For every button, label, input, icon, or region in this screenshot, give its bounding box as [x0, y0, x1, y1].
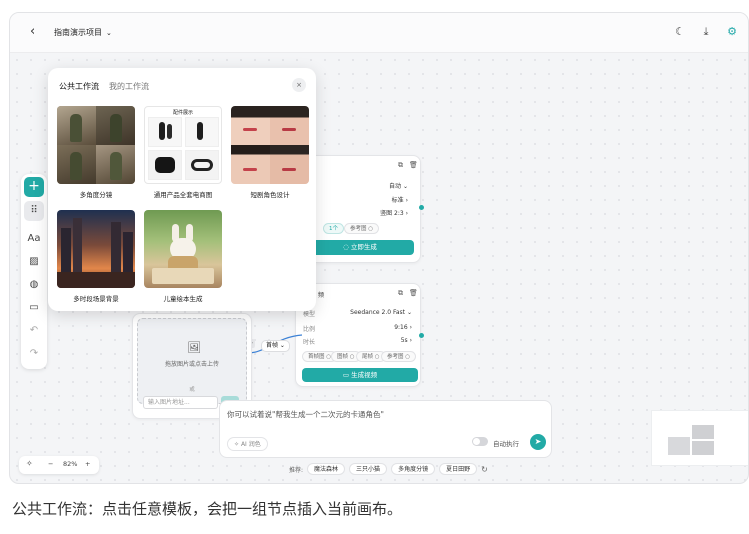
auto-execute-toggle[interactable]: [472, 437, 488, 446]
left-toolbar: + ⠿ Aa ▨ ◍ ▭ ↶ ↷: [21, 174, 47, 369]
template-label: 儿童绘本生成: [163, 295, 203, 303]
palette-icon[interactable]: ◍: [24, 275, 44, 295]
upload-hint: 拖放图片或点击上传: [164, 361, 219, 368]
template-card[interactable]: 多角度分镜: [57, 106, 135, 199]
model-select[interactable]: Seedance 2.0 Fast ⌄: [350, 309, 412, 316]
template-card[interactable]: 短剧角色设计: [231, 106, 309, 199]
app-window: ‹ 指南演示项目 ⌄ ☾ ⤓ ⚙ ⧉ 🗑 自动 ⌄ 标准 › 竖图 2:3 › …: [9, 12, 749, 484]
template-label: 多时段场景背景: [73, 295, 119, 303]
moon-icon[interactable]: ☾: [672, 24, 688, 40]
or-divider: 或: [189, 387, 195, 393]
project-title: 指南演示项目: [54, 28, 102, 37]
image-icon: 🖼: [187, 341, 201, 354]
top-bar: ‹ 指南演示项目 ⌄ ☾ ⤓ ⚙: [10, 13, 748, 53]
suggestion-tag[interactable]: 三只小猫: [349, 463, 388, 475]
ratio-select[interactable]: 竖图 2:3 ›: [380, 208, 408, 217]
template-thumbnail: [231, 106, 309, 184]
template-label: 多角度分镜: [79, 191, 113, 199]
tab-public-workflow[interactable]: 公共工作流: [59, 81, 99, 92]
grid-icon[interactable]: ⠿: [24, 201, 44, 221]
trash-icon[interactable]: 🗑: [409, 289, 418, 297]
template-thumbnail: [144, 210, 222, 288]
redo-icon[interactable]: ↷: [24, 344, 44, 364]
suggestion-tag[interactable]: 夏日田野: [439, 463, 478, 475]
chevron-down-icon: ⌄: [106, 28, 112, 37]
quality-select[interactable]: 标准 ›: [392, 195, 408, 204]
duration-select[interactable]: 5s ›: [401, 337, 412, 344]
template-thumbnail: [57, 106, 135, 184]
generate-video-button[interactable]: ▭ 生成视频: [302, 368, 418, 382]
template-thumbnail: [57, 210, 135, 288]
zoom-out-button[interactable]: −: [48, 460, 53, 468]
reference-chip[interactable]: 参考图 ○: [381, 351, 417, 362]
text-icon[interactable]: Aa: [24, 229, 44, 249]
ratio-select[interactable]: 9:16 ›: [394, 324, 412, 331]
upload-dropzone[interactable]: 🖼 拖放图片或点击上传 或: [137, 318, 247, 404]
gear-icon[interactable]: ⚙: [724, 24, 740, 40]
template-card[interactable]: 多时段场景背景: [57, 210, 135, 303]
reference-chip[interactable]: 参考图 ○: [344, 223, 380, 234]
ai-polish-button[interactable]: ✧ AI 润色: [227, 437, 268, 451]
output-port[interactable]: [419, 333, 424, 338]
node-title: 频: [318, 292, 325, 299]
edge-label[interactable]: 首帧 ⌄: [261, 340, 290, 352]
locate-icon[interactable]: ✧: [26, 459, 33, 468]
caption-text: 公共工作流：点击任意模板，会把一组节点插入当前画布。: [12, 500, 403, 518]
download-icon[interactable]: ⤓: [698, 24, 714, 40]
minimap[interactable]: [651, 410, 748, 466]
refresh-icon[interactable]: ↻: [481, 465, 488, 474]
chat-input[interactable]: 你可以试着说"帮我生成一个二次元的卡通角色": [227, 409, 384, 420]
send-icon[interactable]: ➤: [530, 434, 546, 450]
copy-icon[interactable]: ⧉: [398, 161, 403, 170]
template-thumbnail: 配件展示: [144, 106, 222, 184]
undo-icon[interactable]: ↶: [24, 321, 44, 341]
generate-now-button[interactable]: ◌ 立即生成: [306, 240, 414, 255]
copy-icon[interactable]: ⧉: [398, 289, 403, 298]
template-label: 短剧角色设计: [250, 191, 290, 199]
output-port[interactable]: [419, 205, 424, 210]
plus-icon[interactable]: +: [24, 177, 44, 197]
thumbnail-title: 配件展示: [172, 110, 193, 116]
auto-execute-label: 自动执行: [493, 440, 519, 448]
template-label: 通用产品全套电商图: [153, 191, 213, 199]
suggestion-bar: 推荐: 魔法森林 三只小猫 多角度分镜 夏日田野 ↻: [289, 463, 488, 475]
image-icon[interactable]: ▨: [24, 252, 44, 272]
template-card[interactable]: 儿童绘本生成: [144, 210, 222, 303]
image-url-input[interactable]: 输入图片地址...: [143, 396, 218, 409]
quantity-select[interactable]: 自动 ⌄: [389, 181, 408, 190]
workflow-panel: 公共工作流 我的工作流 × 多角度分镜 配件展示 通用产品全套电商图 短剧角色设…: [48, 68, 316, 311]
sparkle-icon: ✧: [234, 441, 240, 448]
chat-box: 你可以试着说"帮我生成一个二次元的卡通角色" ✧ AI 润色 自动执行 ➤: [219, 400, 552, 458]
zoom-control: ✧ − 82% +: [19, 456, 99, 474]
trash-icon[interactable]: 🗑: [409, 161, 418, 169]
suggestion-label: 推荐:: [289, 466, 304, 474]
close-icon[interactable]: ×: [292, 78, 306, 92]
tab-my-workflow[interactable]: 我的工作流: [109, 81, 149, 92]
suggestion-tag[interactable]: 魔法森林: [307, 463, 346, 475]
suggestion-tag[interactable]: 多角度分镜: [391, 463, 436, 475]
zoom-in-button[interactable]: +: [85, 460, 90, 468]
template-card[interactable]: 配件展示 通用产品全套电商图: [144, 106, 222, 199]
zoom-level: 82%: [63, 460, 78, 468]
chevron-left-icon[interactable]: ‹: [30, 24, 35, 39]
video-icon[interactable]: ▭: [24, 298, 44, 318]
count-chip[interactable]: 1个: [323, 223, 344, 234]
project-selector[interactable]: 指南演示项目 ⌄: [54, 27, 112, 38]
